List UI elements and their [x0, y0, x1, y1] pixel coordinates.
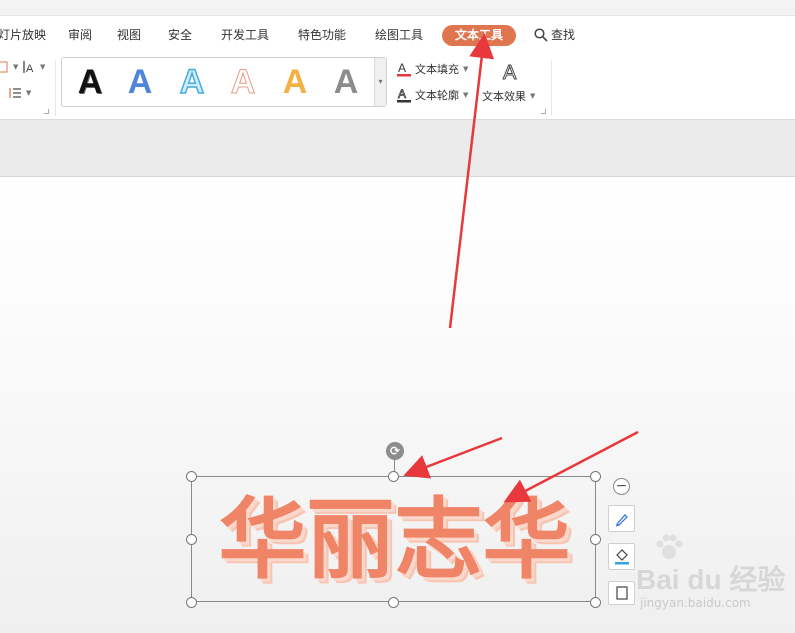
- text-effects-label: 文本效果: [482, 90, 526, 103]
- svg-text:A: A: [26, 63, 34, 74]
- rotate-handle-icon[interactable]: ⟳: [386, 442, 404, 460]
- baidu-watermark: Bai du 经验 jingyan.baidu.com: [618, 534, 788, 620]
- workspace-background: [0, 120, 795, 176]
- gallery-scroll-button[interactable]: ▾: [374, 58, 386, 106]
- text-outline-icon: A: [397, 87, 411, 103]
- menu-features[interactable]: 特色功能: [298, 26, 346, 43]
- style-orange[interactable]: A: [275, 64, 315, 100]
- paragraph-spacing-icon: [9, 88, 21, 98]
- menu-bar: 灯片放映 审阅 视图 安全 开发工具 特色功能 绘图工具 文本工具 查找: [0, 16, 795, 54]
- style-light-blue-outline[interactable]: A: [172, 63, 212, 101]
- align-icon: [0, 61, 8, 73]
- menu-security[interactable]: 安全: [168, 26, 192, 43]
- text-fill-icon: A: [397, 61, 411, 77]
- group-expander[interactable]: [541, 109, 546, 114]
- style-blue[interactable]: A: [120, 64, 160, 100]
- text-direction-button[interactable]: A ▼: [22, 60, 45, 74]
- menu-view[interactable]: 视图: [117, 26, 141, 43]
- chevron-down-icon: ▼: [463, 91, 469, 99]
- chevron-down-icon: ▼: [13, 63, 19, 71]
- resize-handle-bottom-left[interactable]: [186, 597, 197, 608]
- svg-text:A: A: [398, 61, 406, 75]
- collapse-toolbar-icon[interactable]: −: [613, 478, 630, 495]
- ribbon-separator: [551, 60, 552, 116]
- menu-devtools[interactable]: 开发工具: [221, 26, 269, 43]
- line-spacing-button[interactable]: ▼: [0, 60, 18, 74]
- menu-drawing-tools[interactable]: 绘图工具: [375, 26, 423, 43]
- resize-handle-bottom-right[interactable]: [590, 597, 601, 608]
- resize-handle-bottom[interactable]: [388, 597, 399, 608]
- text-effects-label-wrap: 文本效果 ▼: [482, 88, 535, 104]
- chevron-down-icon: ▼: [40, 63, 46, 71]
- resize-handle-top[interactable]: [388, 471, 399, 482]
- watermark-brand: Bai du 经验: [636, 564, 786, 595]
- watermark-url: jingyan.baidu.com: [640, 596, 751, 610]
- text-outline-button[interactable]: A 文本轮廓 ▼: [397, 87, 468, 103]
- chevron-down-icon: ▼: [26, 89, 32, 97]
- text-outline-label: 文本轮廓: [415, 89, 459, 102]
- menu-slideshow[interactable]: 灯片放映: [0, 26, 46, 43]
- text-effects-button[interactable]: A 文本效果 ▼: [482, 60, 542, 108]
- wordart-text[interactable]: 华丽志华: [192, 477, 597, 603]
- search-label: 查找: [551, 28, 576, 42]
- selected-textbox[interactable]: 华丽志华: [191, 476, 596, 602]
- search-icon: [534, 27, 548, 42]
- text-fill-button[interactable]: A 文本填充 ▼: [397, 61, 468, 77]
- window-titlebar: [0, 0, 795, 16]
- style-gray[interactable]: A: [326, 64, 366, 100]
- svg-text:A: A: [503, 62, 517, 82]
- ribbon-toolbar: ▼ A ▼ ▼ A A A A A A ▾ A 文本填充 ▼ A 文本轮廓 ▼ …: [0, 54, 795, 120]
- paragraph-spacing-button[interactable]: ▼: [8, 86, 31, 100]
- search-button[interactable]: 查找: [534, 26, 575, 43]
- text-fill-label: 文本填充: [415, 63, 459, 76]
- format-style-button[interactable]: [608, 505, 635, 532]
- chevron-down-icon: ▼: [530, 92, 536, 100]
- menu-review[interactable]: 审阅: [68, 26, 92, 43]
- text-effects-icon: A: [503, 62, 518, 83]
- ribbon-separator: [55, 60, 56, 116]
- resize-handle-left[interactable]: [186, 534, 197, 545]
- menu-text-tools[interactable]: 文本工具: [442, 25, 516, 46]
- text-style-gallery: A A A A A A ▾: [61, 57, 387, 107]
- chevron-down-icon: ▾: [378, 77, 383, 86]
- group-expander[interactable]: [44, 109, 49, 114]
- style-black[interactable]: A: [70, 64, 110, 100]
- resize-handle-right[interactable]: [590, 534, 601, 545]
- style-pink-outline[interactable]: A: [223, 64, 263, 101]
- chevron-down-icon: ▼: [463, 65, 469, 73]
- text-direction-icon: A: [23, 61, 34, 74]
- svg-text:A: A: [398, 87, 406, 101]
- brush-icon: [615, 513, 628, 527]
- resize-handle-top-left[interactable]: [186, 471, 197, 482]
- resize-handle-top-right[interactable]: [590, 471, 601, 482]
